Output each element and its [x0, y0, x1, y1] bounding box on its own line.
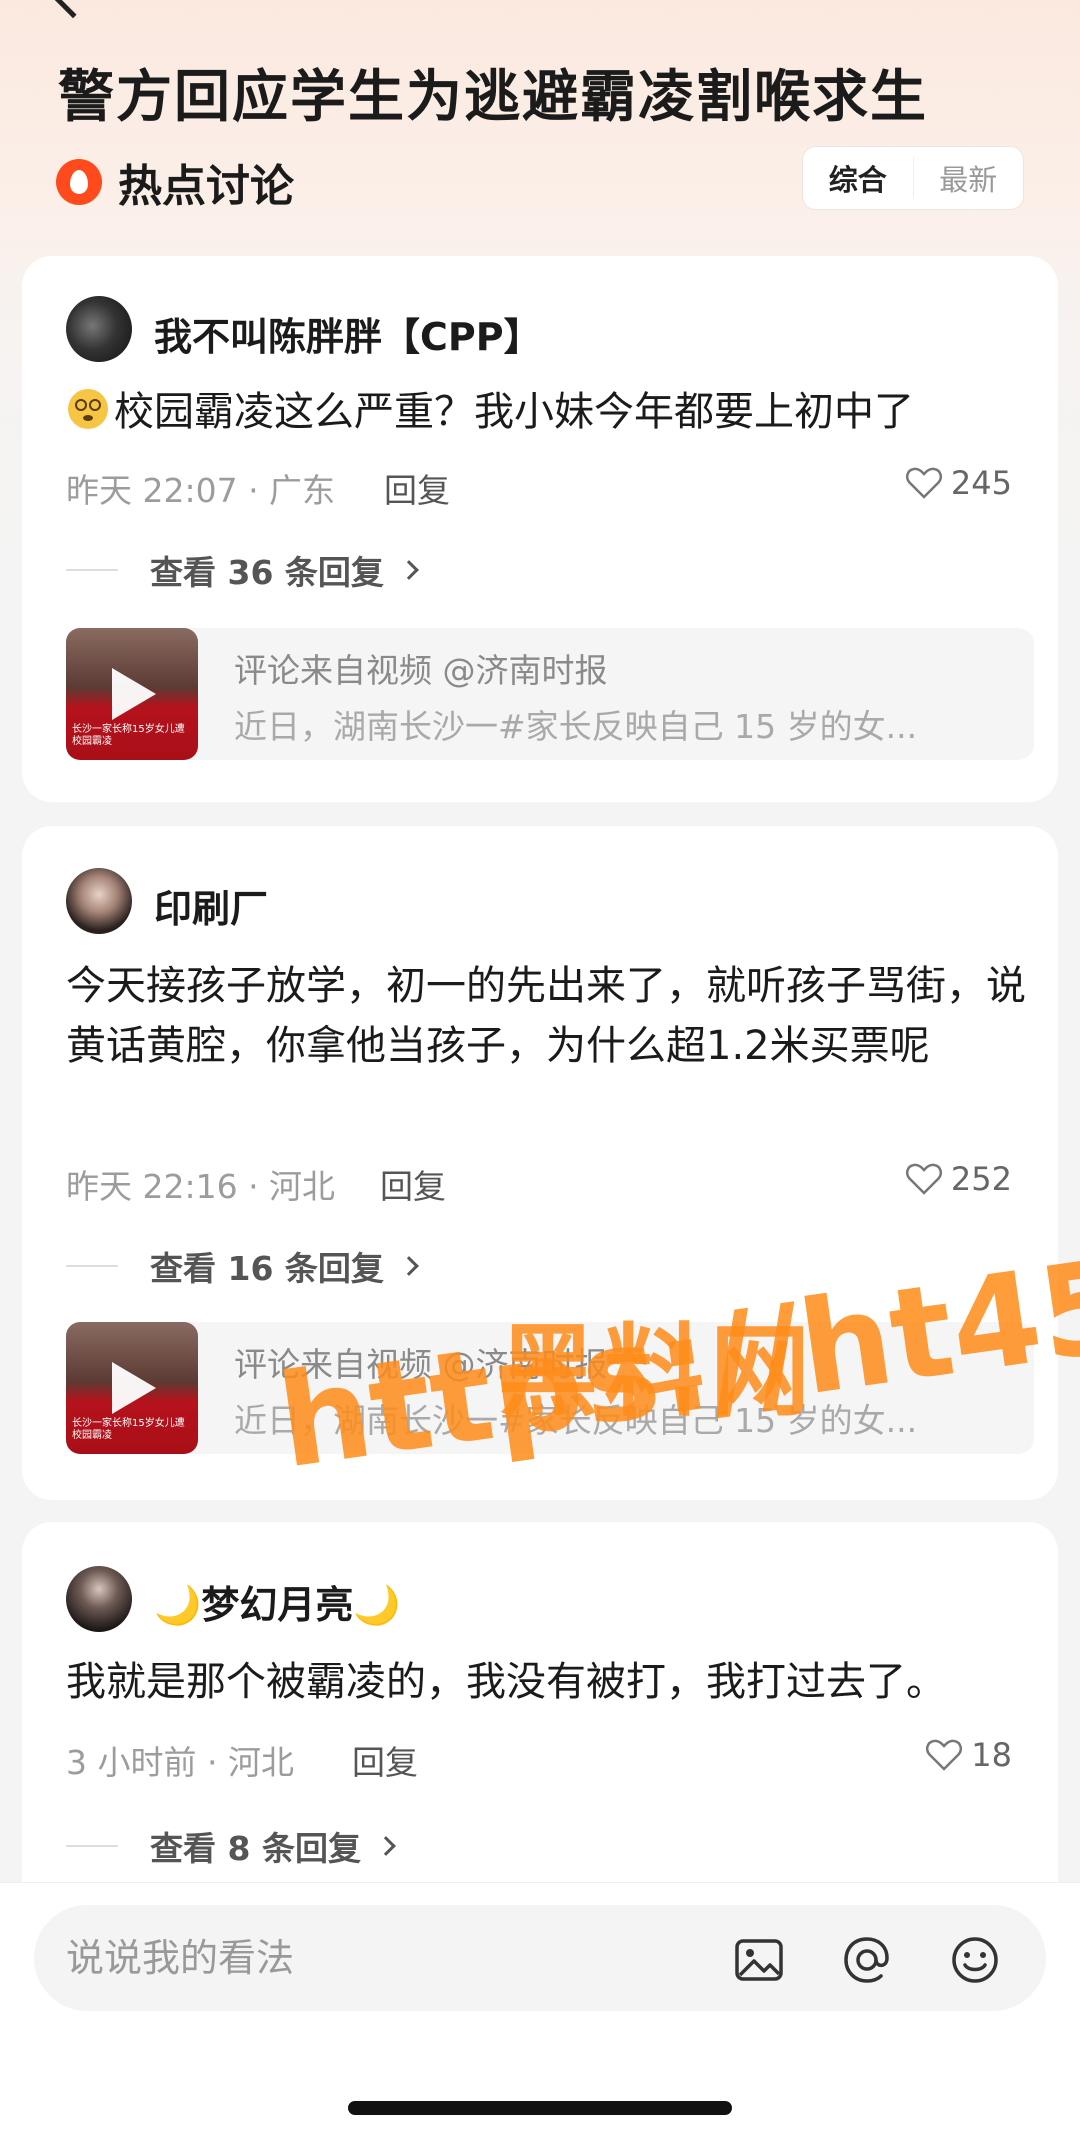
- reply-button[interactable]: 回复: [380, 1160, 446, 1208]
- like-button[interactable]: 245: [905, 464, 1012, 502]
- comment-text: 校园霸凌这么严重？我小妹今年都要上初中了: [66, 382, 1026, 442]
- like-count: 245: [950, 464, 1012, 502]
- comment-card: 🌙梦幻月亮🌙 我就是那个被霸凌的，我没有被打，我打过去了。 3 小时前 · 河北…: [22, 1522, 1058, 1922]
- like-count: 18: [971, 1736, 1012, 1774]
- divider: [66, 1845, 118, 1847]
- time-location: 昨天 22:07 · 广东: [66, 471, 336, 510]
- username[interactable]: 🌙梦幻月亮🌙: [154, 1574, 401, 1629]
- avatar[interactable]: [66, 1566, 132, 1632]
- username[interactable]: 印刷厂: [154, 878, 268, 933]
- page-title: 警方回应学生为逃避霸凌割喉求生: [58, 65, 928, 130]
- sort-option-comprehensive[interactable]: 综合: [803, 157, 913, 199]
- like-count: 252: [950, 1160, 1012, 1198]
- comment-composer: [0, 1882, 1080, 2133]
- comment-input[interactable]: [66, 1927, 706, 1989]
- emoji-icon[interactable]: [948, 1933, 1002, 1987]
- chevron-right-icon: [399, 1256, 419, 1276]
- username[interactable]: 我不叫陈胖胖【CPP】: [154, 306, 542, 361]
- heart-icon: [905, 1163, 942, 1195]
- thumbnail-caption: 长沙一家长称15岁女儿遭校园霸凌: [72, 1418, 185, 1441]
- comment-text-content: 校园霸凌这么严重？我小妹今年都要上初中了: [114, 389, 914, 435]
- back-icon[interactable]: [51, 0, 95, 19]
- source-title: 评论来自视频 @济南时报: [234, 651, 608, 690]
- avatar[interactable]: [66, 868, 132, 934]
- view-replies-button[interactable]: 查看 16 条回复: [66, 1242, 419, 1290]
- divider: [66, 1265, 118, 1267]
- view-replies-button[interactable]: 查看 36 条回复: [66, 546, 419, 594]
- home-indicator[interactable]: [348, 2101, 732, 2115]
- view-replies-button[interactable]: 查看 8 条回复: [66, 1822, 396, 1870]
- at-icon[interactable]: [840, 1933, 894, 1987]
- comment-input-container: [34, 1905, 1046, 2011]
- chevron-right-icon: [376, 1836, 396, 1856]
- sort-option-latest[interactable]: 最新: [912, 157, 1024, 199]
- view-replies-label: 查看 8 条回复: [150, 1829, 361, 1868]
- comment-text: 今天接孩子放学，初一的先出来了，就听孩子骂街，说黄话黄腔，你拿他当孩子，为什么超…: [66, 963, 1026, 1069]
- like-button[interactable]: 18: [925, 1736, 1012, 1774]
- avatar[interactable]: [66, 296, 132, 362]
- source-description: 近日，湖南长沙一#家长反映自己 15 岁的女...: [234, 707, 918, 746]
- reply-button[interactable]: 回复: [384, 464, 450, 512]
- chevron-right-icon: [399, 560, 419, 580]
- play-icon: [112, 1362, 156, 1414]
- video-thumbnail[interactable]: 长沙一家长称15岁女儿遭校园霸凌: [66, 628, 198, 760]
- reply-button[interactable]: 回复: [352, 1736, 418, 1784]
- heart-icon: [926, 1739, 963, 1771]
- comment-text: 我就是那个被霸凌的，我没有被打，我打过去了。: [66, 1659, 946, 1705]
- sort-toggle: 综合 最新: [802, 146, 1024, 210]
- play-icon: [112, 668, 156, 720]
- time-location: 昨天 22:16 · 河北: [66, 1167, 336, 1206]
- thumbnail-caption: 长沙一家长称15岁女儿遭校园霸凌: [72, 724, 185, 747]
- video-source-link[interactable]: 长沙一家长称15岁女儿遭校园霸凌 评论来自视频 @济南时报 近日，湖南长沙一#家…: [66, 628, 1034, 760]
- comment-card: 我不叫陈胖胖【CPP】 校园霸凌这么严重？我小妹今年都要上初中了 昨天 22:0…: [22, 256, 1058, 802]
- heart-icon: [905, 467, 942, 499]
- view-replies-label: 查看 36 条回复: [150, 553, 384, 592]
- time-location: 3 小时前 · 河北: [66, 1743, 294, 1782]
- view-replies-label: 查看 16 条回复: [150, 1249, 384, 1288]
- hot-discussion-header: 热点讨论: [56, 150, 294, 214]
- video-thumbnail[interactable]: 长沙一家长称15岁女儿遭校园霸凌: [66, 1322, 198, 1454]
- dizzy-face-emoji-icon: [68, 389, 108, 429]
- flame-icon: [56, 159, 102, 205]
- divider: [66, 569, 118, 571]
- image-icon[interactable]: [732, 1933, 786, 1987]
- section-label: 热点讨论: [118, 161, 294, 212]
- like-button[interactable]: 252: [905, 1160, 1012, 1198]
